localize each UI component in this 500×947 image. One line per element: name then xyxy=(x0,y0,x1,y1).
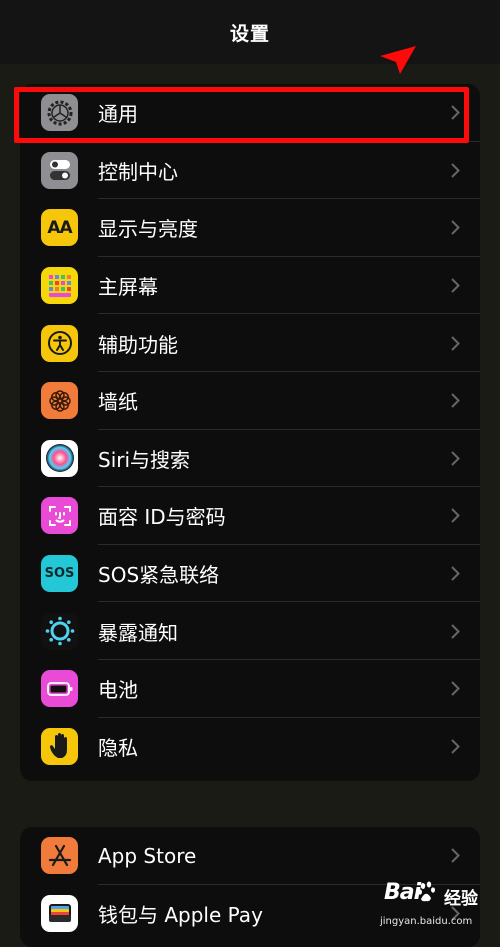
settings-row-label: 主屏幕 xyxy=(98,275,158,300)
hand-icon xyxy=(41,727,78,765)
chevron-right-icon xyxy=(451,163,460,178)
settings-row-emergency-sos[interactable]: SOS SOS紧急联络 xyxy=(20,545,480,603)
app-store-icon xyxy=(41,837,78,875)
settings-row-label: SOS紧急联络 xyxy=(98,563,220,588)
sos-icon: SOS xyxy=(41,555,78,593)
settings-row-label: 墙纸 xyxy=(98,390,138,415)
chevron-right-icon xyxy=(451,220,460,236)
settings-row-label: 面容 ID与密码 xyxy=(98,505,226,530)
baidu-watermark: Bai 经验 jingyan.baidu.com xyxy=(358,878,498,934)
siri-icon xyxy=(41,439,78,477)
settings-row-label: 电池 xyxy=(98,678,138,703)
highlight-box xyxy=(14,87,469,143)
settings-row-label: Siri与搜索 xyxy=(98,447,191,472)
watermark-suffix: 经验 xyxy=(444,889,478,909)
paw-icon xyxy=(418,881,435,902)
app-grid-icon xyxy=(41,267,78,305)
exposure-icon xyxy=(41,612,78,650)
settings-row-label: 隐私 xyxy=(98,735,138,760)
chevron-right-icon xyxy=(451,739,460,754)
face-id-icon xyxy=(41,497,78,535)
watermark-main: Bai xyxy=(384,880,421,905)
settings-row-privacy[interactable]: 隐私 xyxy=(20,718,480,776)
settings-row-display-brightness[interactable]: AA 显示与亮度 xyxy=(20,199,480,257)
chevron-right-icon xyxy=(451,335,460,351)
settings-row-control-center[interactable]: 控制中心 xyxy=(20,142,480,200)
chevron-right-icon xyxy=(451,451,460,466)
settings-row-accessibility[interactable]: 辅助功能 xyxy=(20,314,480,372)
settings-row-face-id-passcode[interactable]: 面容 ID与密码 xyxy=(20,487,480,545)
flower-icon xyxy=(41,382,78,420)
settings-row-battery[interactable]: 电池 xyxy=(20,660,480,718)
settings-row-wallpaper[interactable]: 墙纸 xyxy=(20,372,480,430)
sos-icon-text: SOS xyxy=(44,566,75,582)
settings-row-label: 暴露通知 xyxy=(98,620,178,645)
chevron-right-icon xyxy=(451,393,460,408)
chevron-right-icon xyxy=(451,848,460,864)
chevron-right-icon xyxy=(451,566,460,581)
chevron-right-icon xyxy=(451,623,460,639)
accessibility-icon xyxy=(41,324,78,362)
toggles-icon xyxy=(41,151,78,189)
settings-row-label: 钱包与 Apple Pay xyxy=(98,902,263,927)
settings-row-label: App Store xyxy=(98,843,197,868)
text-size-icon: AA xyxy=(41,209,78,247)
watermark-url: jingyan.baidu.com xyxy=(380,916,473,927)
battery-icon xyxy=(41,670,78,708)
wallet-icon xyxy=(41,894,78,932)
settings-group-main: 通用 控制中心 AA 显示与亮度 主屏幕 辅助功能 墙纸 Siri与搜索 面容 … xyxy=(20,84,480,781)
settings-row-exposure-notifications[interactable]: 暴露通知 xyxy=(20,602,480,660)
settings-row-label: 辅助功能 xyxy=(98,332,178,357)
settings-row-siri-search[interactable]: Siri与搜索 xyxy=(20,430,480,488)
settings-row-label: 控制中心 xyxy=(98,159,178,184)
navigation-bar: 设置 xyxy=(0,0,500,74)
settings-row-label: 显示与亮度 xyxy=(98,217,198,242)
chevron-right-icon xyxy=(451,681,460,696)
chevron-right-icon xyxy=(451,508,460,524)
chevron-right-icon xyxy=(451,278,460,293)
annotation-arrow-icon xyxy=(380,46,416,74)
page-title: 设置 xyxy=(229,22,270,45)
settings-row-app-store[interactable]: App Store xyxy=(20,827,480,885)
settings-row-home-screen[interactable]: 主屏幕 xyxy=(20,257,480,315)
